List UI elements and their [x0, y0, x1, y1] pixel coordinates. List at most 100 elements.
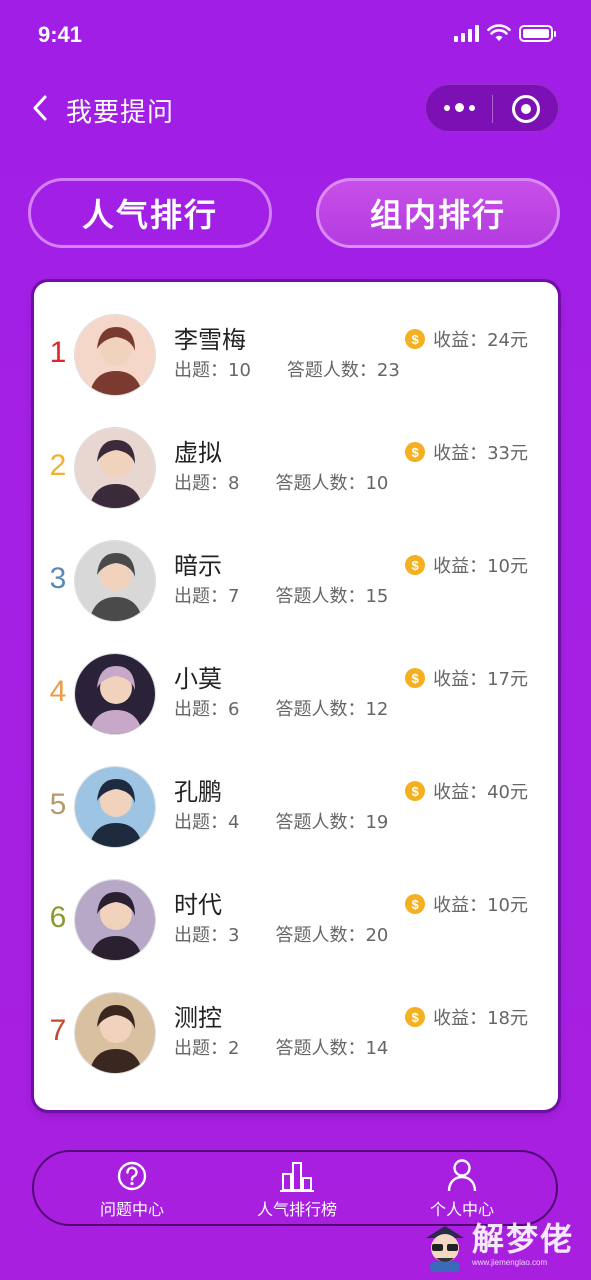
rank-number: 4 — [49, 675, 67, 708]
income-value: 40元 — [487, 782, 528, 803]
wifi-icon — [487, 24, 511, 41]
rank-number: 1 — [49, 336, 67, 369]
battery-icon — [519, 24, 556, 42]
tab-group-ranking[interactable]: 组内排行 — [316, 178, 560, 248]
avatar[interactable] — [74, 992, 156, 1074]
avatar[interactable] — [74, 427, 156, 509]
tab-popularity-ranking[interactable]: 人气排行 — [28, 178, 272, 248]
avatar[interactable] — [74, 314, 156, 396]
list-item[interactable]: 5 孔鹏 出题：4 答题人数：19 $ 收益：40元 — [34, 764, 558, 854]
avatar[interactable] — [74, 653, 156, 735]
list-item[interactable]: 6 时代 出题：3 答题人数：20 $ 收益：10元 — [34, 877, 558, 967]
answerers-label: 答题人数： — [275, 1038, 366, 1059]
capsule-divider — [492, 95, 493, 123]
answerers-count: 10 — [365, 473, 389, 494]
income-text: 收益：24元 — [433, 326, 528, 352]
question-circle-icon — [117, 1161, 147, 1191]
user-stats: 出题：6 答题人数：12 — [174, 695, 388, 721]
answerers-label: 答题人数： — [275, 925, 366, 946]
avatar[interactable] — [74, 766, 156, 848]
coin-icon: $ — [405, 329, 426, 349]
user-stats: 出题：10 答题人数：23 — [174, 356, 400, 382]
income-label: 收益： — [433, 330, 488, 351]
income-label: 收益： — [433, 895, 488, 916]
list-item[interactable]: 1 李雪梅 出题：10 答题人数：23 $ 收益：24元 — [34, 312, 558, 402]
income-label: 收益： — [433, 1008, 488, 1029]
watermark-text: 解梦佬 — [472, 1220, 575, 1258]
questions-label: 出题： — [174, 360, 228, 381]
list-item[interactable]: 7 测控 出题：2 答题人数：14 $ 收益：18元 — [34, 990, 558, 1080]
questions-count: 6 — [228, 699, 240, 720]
answerers-count: 20 — [365, 925, 389, 946]
answerers-label: 答题人数： — [275, 812, 366, 833]
questions-label: 出题： — [174, 473, 228, 494]
income-value: 10元 — [487, 895, 528, 916]
questions-count: 2 — [228, 1038, 240, 1059]
signal-icon — [454, 24, 479, 42]
income-text: 收益：17元 — [433, 665, 528, 691]
answerers-count: 19 — [365, 812, 389, 833]
questions-label: 出题： — [174, 812, 228, 833]
rank-number: 3 — [49, 562, 67, 595]
income-value: 24元 — [487, 330, 528, 351]
coin-icon: $ — [405, 668, 426, 688]
income-label: 收益： — [433, 782, 488, 803]
nav-item-personal-center[interactable]: 个人中心 — [402, 1158, 522, 1220]
coin-icon: $ — [405, 894, 426, 914]
user-name: 小莫 — [174, 665, 222, 693]
income-label: 收益： — [433, 443, 488, 464]
answerers-label: 答题人数： — [275, 473, 366, 494]
back-icon[interactable] — [30, 94, 52, 122]
answerers-label: 答题人数： — [275, 699, 366, 720]
status-icons — [454, 24, 556, 42]
income-text: 收益：10元 — [433, 891, 528, 917]
user-name: 暗示 — [174, 552, 222, 580]
income: $ 收益：10元 — [405, 552, 528, 578]
income-label: 收益： — [433, 556, 488, 577]
avatar[interactable] — [74, 540, 156, 622]
more-icon[interactable] — [444, 103, 475, 112]
income: $ 收益：10元 — [405, 891, 528, 917]
income-text: 收益：10元 — [433, 552, 528, 578]
nav-item-label: 问题中心 — [99, 1200, 164, 1219]
mini-program-capsule — [425, 84, 559, 132]
status-bar: 9:41 — [0, 0, 591, 70]
list-item[interactable]: 2 虚拟 出题：8 答题人数：10 $ 收益：33元 — [34, 425, 558, 515]
close-target-icon[interactable] — [512, 95, 540, 123]
answerers-label: 答题人数： — [275, 586, 366, 607]
questions-count: 8 — [228, 473, 240, 494]
list-item[interactable]: 4 小莫出题：6 答题人数：12 $ 收益：17元 — [34, 651, 558, 741]
nav-item-popularity-ranking[interactable]: 人气排行榜 — [237, 1158, 357, 1220]
questions-count: 4 — [228, 812, 240, 833]
income-text: 收益：18元 — [433, 1004, 528, 1030]
nav-item-question-center[interactable]: 问题中心 — [72, 1158, 192, 1220]
answerers-count: 23 — [376, 360, 400, 381]
user-name: 时代 — [174, 891, 222, 919]
questions-count: 7 — [228, 586, 240, 607]
user-stats: 出题：2 答题人数：14 — [174, 1034, 388, 1060]
list-item[interactable]: 3 暗示 出题：7 答题人数：15 $ 收益：10元 — [34, 538, 558, 628]
questions-label: 出题： — [174, 699, 228, 720]
answerers-count: 12 — [365, 699, 389, 720]
income: $ 收益：17元 — [405, 665, 528, 691]
user-stats: 出题：8 答题人数：10 — [174, 469, 388, 495]
bar-chart-icon — [280, 1162, 314, 1192]
page-title: 我要提问 — [66, 98, 175, 128]
watermark-url: www.jiemenglao.com — [472, 1258, 548, 1267]
watermark: 解梦佬 www.jiemenglao.com — [420, 1214, 580, 1274]
income: $ 收益：33元 — [405, 439, 528, 465]
user-name: 测控 — [174, 1004, 222, 1032]
questions-count: 3 — [228, 925, 240, 946]
rank-number: 5 — [49, 788, 67, 821]
ranking-list: 1 李雪梅 出题：10 答题人数：23 $ 收益：24元 2 虚拟 出题：8 答题人数：10 $ 收益… — [34, 282, 558, 1110]
income: $ 收益：40元 — [405, 778, 528, 804]
answerers-count: 14 — [365, 1038, 389, 1059]
user-stats: 出题：4 答题人数：19 — [174, 808, 388, 834]
income-value: 18元 — [487, 1008, 528, 1029]
questions-count: 10 — [228, 360, 251, 381]
avatar[interactable] — [74, 879, 156, 961]
answerers-label: 答题人数： — [286, 360, 377, 381]
nav-bar: 我要提问 — [0, 82, 591, 134]
income: $ 收益：18元 — [405, 1004, 528, 1030]
rank-number: 7 — [49, 1014, 67, 1047]
